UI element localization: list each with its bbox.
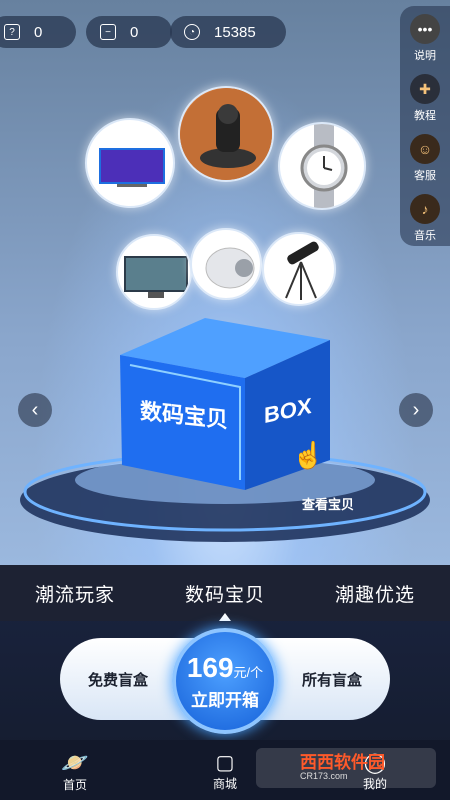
active-tab-indicator [219, 613, 231, 621]
sidebar-item-tutorial[interactable]: ✚ 教程 [400, 74, 450, 123]
more-icon: ••• [410, 14, 440, 44]
free-blindbox-button[interactable]: 免费盲盒 [88, 669, 148, 690]
watermark: 西西软件园 CR173.com [256, 748, 436, 788]
product-speaker[interactable] [190, 228, 262, 300]
tab-digital[interactable]: 数码宝贝 [185, 580, 265, 607]
sidebar-item-instructions[interactable]: ••• 说明 [400, 14, 450, 63]
blindbox-count[interactable]: ? 0 [0, 16, 76, 48]
tab-fun-select[interactable]: 潮趣优选 [335, 580, 415, 607]
support-icon: ☺ [410, 134, 440, 164]
category-tabs: 潮流玩家 数码宝贝 潮趣优选 [0, 565, 450, 621]
watch-image [300, 124, 348, 208]
open-box-button[interactable]: 169元/个 立即开箱 [172, 628, 278, 734]
price-display: 169元/个 [186, 651, 264, 683]
product-monitor[interactable] [116, 234, 192, 310]
view-items-link[interactable]: 查看宝贝 [302, 494, 354, 513]
box-icon: − [100, 24, 116, 40]
sidebar-item-support[interactable]: ☺ 客服 [400, 134, 450, 183]
question-box-icon: ? [4, 24, 20, 40]
chevron-left-icon: ‹ [31, 398, 39, 421]
product-gaming-chair[interactable] [178, 86, 274, 182]
music-icon: ♪ [410, 194, 440, 224]
next-arrow-button[interactable]: › [399, 393, 433, 427]
stats-bar: ? 0 − 0 ◔ 15385 [0, 16, 400, 48]
tab-trend-player[interactable]: 潮流玩家 [35, 580, 115, 607]
nav-home[interactable]: 🪐 首页 [35, 740, 115, 800]
shopping-bag-icon: ▢ [215, 752, 235, 774]
watermark-brand: 西西软件园 [300, 752, 385, 772]
all-blindbox-button[interactable]: 所有盲盒 [302, 669, 362, 690]
tv-image [99, 148, 165, 187]
product-tv[interactable] [85, 118, 175, 208]
prev-arrow-button[interactable]: ‹ [18, 393, 52, 427]
gamepad-icon: ✚ [410, 74, 440, 104]
hand-pointer-icon: ☝ [292, 440, 325, 470]
right-sidebar: ••• 说明 ✚ 教程 ☺ 客服 ♪ 音乐 [400, 6, 450, 246]
watermark-url: CR173.com [300, 771, 348, 782]
product-watch[interactable] [278, 122, 366, 210]
coin-count[interactable]: ◔ 15385 [170, 16, 286, 48]
nav-mall[interactable]: ▢ 商城 [185, 740, 265, 800]
planet-icon: 🪐 [61, 750, 89, 775]
product-telescope[interactable] [262, 232, 336, 306]
coin-icon: ◔ [184, 24, 200, 40]
chair-image [180, 88, 272, 180]
chevron-right-icon: › [412, 398, 420, 421]
box-count[interactable]: − 0 [86, 16, 172, 48]
open-label: 立即开箱 [191, 690, 259, 710]
sidebar-item-music[interactable]: ♪ 音乐 [400, 194, 450, 243]
